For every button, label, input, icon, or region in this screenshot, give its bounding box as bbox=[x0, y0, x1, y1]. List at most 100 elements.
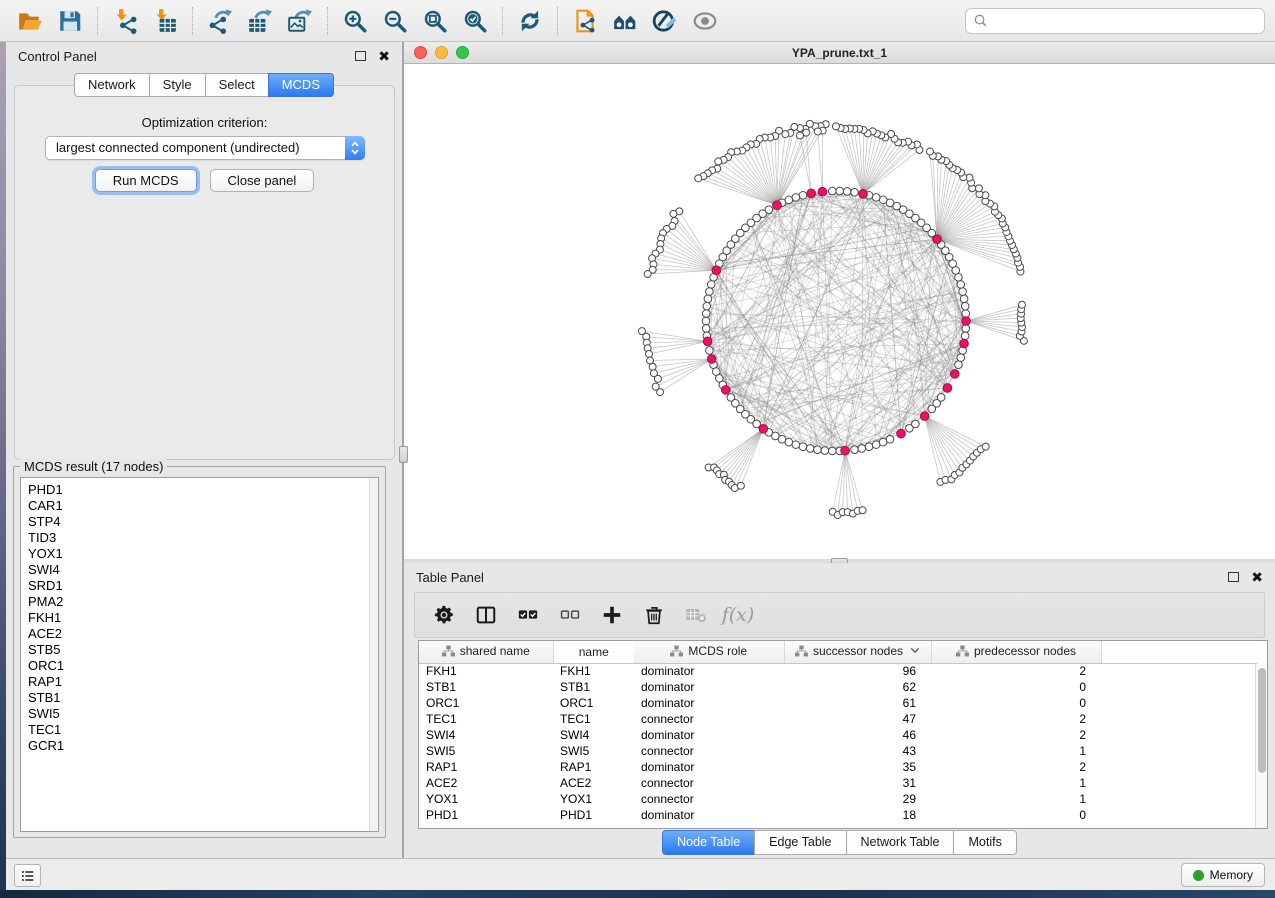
tab-network[interactable]: Network bbox=[74, 73, 149, 97]
search-icon bbox=[974, 14, 987, 27]
zoom-in-button[interactable] bbox=[335, 4, 375, 38]
tab-network-table[interactable]: Network Table bbox=[846, 830, 954, 855]
toolbar-separator bbox=[557, 7, 558, 35]
close-table-panel-icon[interactable]: ✖ bbox=[1251, 570, 1263, 584]
mcds-result-node[interactable]: PMA2 bbox=[28, 594, 378, 610]
table-row[interactable]: RAP1RAP1dominator352 bbox=[419, 759, 1257, 775]
mcds-result-node[interactable]: TID3 bbox=[28, 530, 378, 546]
table-scrollbar-thumb[interactable] bbox=[1258, 668, 1266, 773]
tab-motifs[interactable]: Motifs bbox=[953, 830, 1016, 855]
table-row[interactable]: SWI4SWI4dominator462 bbox=[419, 727, 1257, 743]
table-cell-successors: 29 bbox=[784, 791, 931, 807]
table-settings-button[interactable] bbox=[429, 599, 459, 631]
mcds-result-list[interactable]: PHD1CAR1STP4TID3YOX1SWI4SRD1PMA2FKH1ACE2… bbox=[20, 477, 379, 832]
tab-mcds[interactable]: MCDS bbox=[268, 73, 334, 97]
float-table-panel-icon[interactable] bbox=[1228, 572, 1239, 582]
column-header-mcds-role[interactable]: MCDS role bbox=[634, 641, 784, 663]
tab-edge-table[interactable]: Edge Table bbox=[754, 830, 845, 855]
show-columns-button[interactable] bbox=[471, 599, 501, 631]
minimize-window-icon[interactable] bbox=[435, 46, 448, 59]
show-graphics-details-button[interactable] bbox=[685, 4, 725, 38]
mcds-result-node[interactable]: STB1 bbox=[28, 690, 378, 706]
mcds-result-node[interactable]: STP4 bbox=[28, 514, 378, 530]
column-menu-chevron-icon[interactable] bbox=[910, 643, 920, 657]
zoom-out-button[interactable] bbox=[375, 4, 415, 38]
import-network-button[interactable] bbox=[105, 4, 145, 38]
table-row[interactable]: FKH1FKH1dominator962 bbox=[419, 663, 1257, 679]
mcds-result-node[interactable]: TEC1 bbox=[28, 722, 378, 738]
open-file-button[interactable] bbox=[10, 4, 50, 38]
memory-button[interactable]: Memory bbox=[1181, 863, 1265, 887]
table-cell-successors: 31 bbox=[784, 775, 931, 791]
mcds-result-node[interactable]: STB5 bbox=[28, 642, 378, 658]
vizmap-button[interactable] bbox=[645, 4, 685, 38]
save-session-button[interactable] bbox=[50, 4, 90, 38]
refresh-layout-button[interactable] bbox=[510, 4, 550, 38]
mcds-result-node[interactable]: CAR1 bbox=[28, 498, 378, 514]
mcds-result-node[interactable]: RAP1 bbox=[28, 674, 378, 690]
tab-select[interactable]: Select bbox=[205, 73, 268, 97]
run-mcds-button[interactable]: Run MCDS bbox=[95, 169, 197, 192]
optimization-criterion-select[interactable]: largest connected component (undirected) bbox=[45, 136, 365, 160]
mcds-result-node[interactable]: GCR1 bbox=[28, 738, 378, 754]
mcds-result-node[interactable]: ORC1 bbox=[28, 658, 378, 674]
column-header-successor-nodes[interactable]: successor nodes bbox=[784, 641, 931, 663]
tab-node-table[interactable]: Node Table bbox=[662, 830, 754, 855]
table-cell-empty bbox=[1101, 743, 1257, 759]
mcds-result-node[interactable]: YOX1 bbox=[28, 546, 378, 562]
export-network-button[interactable] bbox=[200, 4, 240, 38]
table-row[interactable]: STB1STB1dominator620 bbox=[419, 679, 1257, 695]
table-scrollbar[interactable] bbox=[1255, 664, 1267, 828]
network-column-icon bbox=[442, 645, 455, 660]
search-objects-button[interactable] bbox=[605, 4, 645, 38]
zoom-selected-button[interactable] bbox=[455, 4, 495, 38]
table-row[interactable]: PHD1PHD1dominator180 bbox=[419, 807, 1257, 823]
share-network-button[interactable] bbox=[565, 4, 605, 38]
save-session-icon bbox=[57, 8, 83, 34]
table-row[interactable]: ORC1ORC1dominator610 bbox=[419, 695, 1257, 711]
table-cell-successors: 18 bbox=[784, 807, 931, 823]
node-table: shared name name MCDS role successor nod… bbox=[418, 640, 1268, 829]
add-column-button[interactable] bbox=[597, 599, 627, 631]
task-history-button[interactable] bbox=[14, 864, 41, 887]
table-row[interactable]: YOX1YOX1connector291 bbox=[419, 791, 1257, 807]
float-panel-icon[interactable] bbox=[355, 51, 366, 61]
mcds-result-scrollbar[interactable] bbox=[369, 478, 378, 831]
mcds-result-node[interactable]: SWI4 bbox=[28, 562, 378, 578]
mcds-result-node[interactable]: SRD1 bbox=[28, 578, 378, 594]
network-canvas[interactable] bbox=[404, 64, 1273, 558]
import-table-button[interactable] bbox=[145, 4, 185, 38]
table-cell-role: dominator bbox=[634, 695, 784, 711]
tab-style[interactable]: Style bbox=[149, 73, 205, 97]
mcds-result-node[interactable]: PHD1 bbox=[28, 482, 378, 498]
apply-function-button[interactable]: f(x) bbox=[723, 599, 753, 631]
column-header-predecessor-nodes[interactable]: predecessor nodes bbox=[931, 641, 1101, 663]
close-panel-button[interactable]: Close panel bbox=[210, 169, 315, 192]
close-window-icon[interactable] bbox=[414, 46, 427, 59]
mcds-result-node[interactable]: SWI5 bbox=[28, 706, 378, 722]
mcds-result-node[interactable]: FKH1 bbox=[28, 610, 378, 626]
search-input[interactable] bbox=[992, 14, 1256, 28]
deselect-all-button[interactable] bbox=[555, 599, 585, 631]
mcds-result-node[interactable]: ACE2 bbox=[28, 626, 378, 642]
column-header-shared-name[interactable]: shared name bbox=[419, 641, 553, 663]
select-all-button[interactable] bbox=[513, 599, 543, 631]
delete-column-button[interactable] bbox=[639, 599, 669, 631]
maximize-window-icon[interactable] bbox=[456, 46, 469, 59]
table-row[interactable]: TEC1TEC1connector472 bbox=[419, 711, 1257, 727]
zoom-out-icon bbox=[382, 8, 408, 34]
vizmap-icon bbox=[652, 8, 678, 34]
delete-table-button[interactable] bbox=[681, 599, 711, 631]
table-settings-icon bbox=[433, 604, 455, 626]
table-row[interactable]: SWI5SWI5connector431 bbox=[419, 743, 1257, 759]
share-network-icon bbox=[572, 8, 598, 34]
control-panel-tabs: Network Style Select MCDS bbox=[6, 73, 402, 97]
close-panel-icon[interactable]: ✖ bbox=[378, 49, 390, 63]
vertical-splitter-handle[interactable] bbox=[399, 446, 408, 463]
export-image-button[interactable] bbox=[280, 4, 320, 38]
column-header-name[interactable]: name bbox=[553, 641, 634, 663]
table-cell-name: YOX1 bbox=[553, 791, 634, 807]
zoom-fit-button[interactable] bbox=[415, 4, 455, 38]
export-table-button[interactable] bbox=[240, 4, 280, 38]
table-row[interactable]: ACE2ACE2connector311 bbox=[419, 775, 1257, 791]
